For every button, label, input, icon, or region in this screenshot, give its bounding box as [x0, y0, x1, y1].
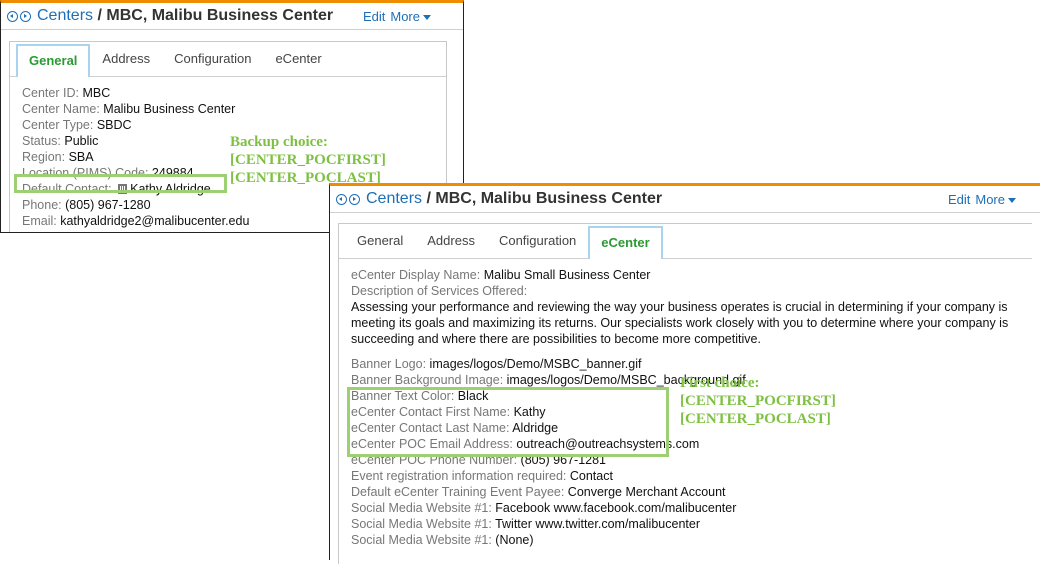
tab-bar: General Address Configuration eCenter [339, 224, 1032, 259]
chevron-down-icon [1008, 197, 1016, 203]
annotation-first-choice: First choice: [CENTER_POCFIRST] [CENTER_… [680, 375, 836, 427]
next-record-icon[interactable] [349, 193, 360, 205]
breadcrumb-centers-link[interactable]: Centers [37, 7, 93, 24]
annotation-backup-choice: Backup choice: [CENTER_POCFIRST] [CENTER… [230, 134, 386, 186]
field-description-label: Description of Services Offered: [351, 284, 528, 298]
tab-configuration[interactable]: Configuration [162, 51, 263, 76]
field-center-name: Center Name: Malibu Business Center [22, 102, 236, 116]
tab-ecenter[interactable]: eCenter [263, 51, 333, 76]
header-actions: Edit More [363, 9, 431, 24]
header-actions: Edit More [948, 192, 1016, 207]
field-banner-logo: Banner Logo: images/logos/Demo/MSBC_bann… [351, 357, 642, 371]
breadcrumb-separator: / [422, 190, 436, 207]
tab-ecenter[interactable]: eCenter [588, 226, 663, 259]
page-title: MBC, Malibu Business Center [435, 190, 663, 207]
field-social-twitter: Social Media Website #1: Twitter www.twi… [351, 517, 700, 531]
field-description-text: Assessing your performance and reviewing… [351, 300, 1009, 346]
tab-general[interactable]: General [345, 233, 415, 258]
tab-address[interactable]: Address [415, 233, 487, 258]
center-panel-ecenter: Centers / MBC, Malibu Business Center Ed… [329, 183, 1040, 564]
breadcrumb: Centers / MBC, Malibu Business Center [366, 190, 662, 208]
edit-button[interactable]: Edit [948, 192, 970, 207]
panel-header: Centers / MBC, Malibu Business Center Ed… [330, 186, 1040, 213]
nav-arrows [7, 10, 31, 22]
edit-button[interactable]: Edit [363, 9, 385, 24]
more-label: More [975, 191, 1005, 207]
field-center-id: Center ID: MBC [22, 86, 111, 100]
breadcrumb: Centers / MBC, Malibu Business Center [37, 7, 333, 25]
more-menu-button[interactable]: More [975, 192, 1016, 207]
highlight-ecenter-contact [347, 387, 669, 457]
panel-header: Centers / MBC, Malibu Business Center Ed… [1, 3, 463, 30]
next-record-icon[interactable] [20, 10, 31, 22]
tab-address[interactable]: Address [90, 51, 162, 76]
field-center-type: Center Type: SBDC [22, 118, 132, 132]
tab-general[interactable]: General [16, 44, 91, 77]
more-menu-button[interactable]: More [390, 9, 431, 24]
nav-arrows [336, 193, 360, 205]
breadcrumb-separator: / [93, 7, 107, 24]
more-label: More [390, 8, 420, 24]
field-social-none: Social Media Website #1: (None) [351, 533, 534, 547]
chevron-down-icon [423, 14, 431, 20]
prev-record-icon[interactable] [336, 193, 347, 205]
field-event-registration: Event registration information required:… [351, 469, 613, 483]
field-social-facebook: Social Media Website #1: Facebook www.fa… [351, 501, 737, 515]
highlight-default-contact [14, 174, 227, 193]
field-display-name: eCenter Display Name: Malibu Small Busin… [351, 268, 651, 282]
tab-configuration[interactable]: Configuration [487, 233, 588, 258]
prev-record-icon[interactable] [7, 10, 18, 22]
field-training-payee: Default eCenter Training Event Payee: Co… [351, 485, 726, 499]
tab-bar: General Address Configuration eCenter [10, 42, 446, 77]
page-title: MBC, Malibu Business Center [106, 7, 334, 24]
breadcrumb-centers-link[interactable]: Centers [366, 190, 422, 207]
